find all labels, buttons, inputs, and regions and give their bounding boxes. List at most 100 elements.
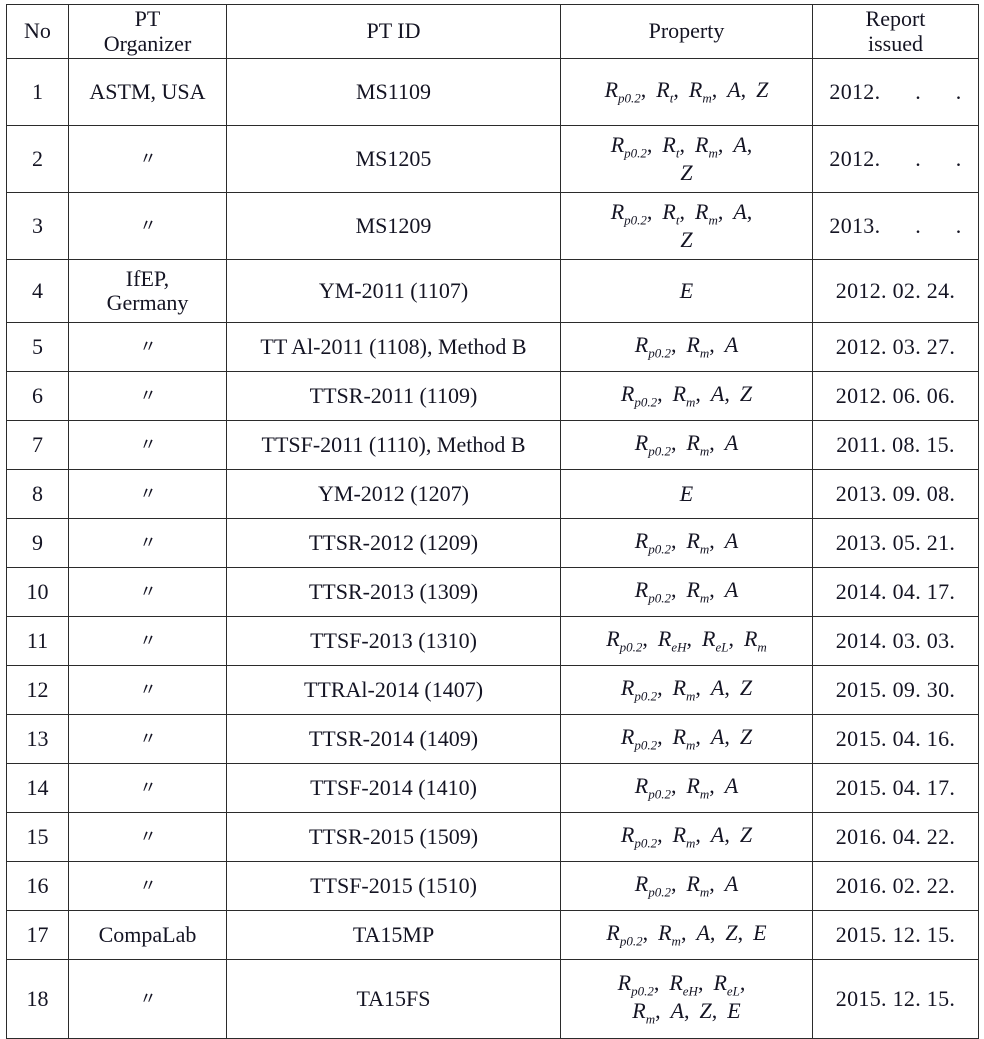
table-row: 11 〃 TTSF-2013 (1310) Rp0.2, ReH, ReL, Rm 2014.… xyxy=(6,616,979,667)
column-header-pt-organizer-line1: PT xyxy=(134,6,161,31)
cell-property: Rp0.2, Rt, Rm, A, Z xyxy=(560,58,813,127)
table-row: 10 〃 TTSR-2013 (1309) Rp0.2, Rm, A 2014. 04. 1… xyxy=(6,567,979,618)
cell-pt-id: TTRAl-2014 (1407) xyxy=(226,665,561,716)
cell-no: 14 xyxy=(6,763,69,814)
cell-property: Rp0.2, Rm, A xyxy=(560,861,813,912)
table-row: 18 〃 TA15FS Rp0.2, ReH, ReL, Rm, A, Z, E 2015. 12.… xyxy=(6,959,979,1039)
cell-report-issued: 2012. 02. 24. xyxy=(812,259,979,324)
cell-pt-organizer-line2: Germany xyxy=(106,290,189,316)
ditto-mark-icon: 〃 xyxy=(139,581,157,601)
cell-no: 6 xyxy=(6,371,69,422)
cell-property: Rp0.2, Rm, A xyxy=(560,518,813,569)
table-row: 16 〃 TTSF-2015 (1510) Rp0.2, Rm, A 2016. 02. 2… xyxy=(6,861,979,912)
cell-no: 4 xyxy=(6,259,69,324)
table-row: 6 〃 TTSR-2011 (1109) Rp0.2, Rm, A, Z 2012. 06. … xyxy=(6,371,979,422)
table-row: 7 〃 TTSF-2011 (1110), Method B Rp0.2, Rm, A 20… xyxy=(6,420,979,471)
column-header-pt-organizer-line2: Organizer xyxy=(103,30,192,56)
cell-pt-organizer-ditto: 〃 xyxy=(68,714,227,765)
cell-report-issued: 2016. 04. 22. xyxy=(812,812,979,863)
table-row: 4 IfEP, Germany YM-2011 (1107) E 2012. 02. 24… xyxy=(6,259,979,324)
ditto-mark-icon: 〃 xyxy=(139,385,157,405)
cell-pt-id: MS1205 xyxy=(226,125,561,194)
ditto-mark-icon: 〃 xyxy=(139,215,157,235)
table-row: 14 〃 TTSF-2014 (1410) Rp0.2, Rm, A 2015. 04. 1… xyxy=(6,763,979,814)
cell-property: Rp0.2, Rm, A, Z xyxy=(560,665,813,716)
cell-pt-organizer-ditto: 〃 xyxy=(68,125,227,194)
cell-property: Rp0.2, Rm, A, Z xyxy=(560,812,813,863)
table-row: 1 ASTM, USA MS1109 Rp0.2, Rt, Rm, A, Z 2012. . . xyxy=(6,58,979,127)
cell-pt-id: TTSF-2014 (1410) xyxy=(226,763,561,814)
cell-property: Rp0.2, Rm, A xyxy=(560,420,813,471)
cell-report-issued: 2013. 09. 08. xyxy=(812,469,979,520)
cell-pt-organizer: IfEP, Germany xyxy=(68,259,227,324)
table-header: No PT Organizer PT ID Property Report is… xyxy=(6,3,979,60)
cell-property: E xyxy=(560,469,813,520)
cell-pt-organizer-ditto: 〃 xyxy=(68,959,227,1039)
column-header-report-issued-line2: issued xyxy=(868,30,923,56)
ditto-mark-icon: 〃 xyxy=(139,336,157,356)
cell-report-issued: 2015. 04. 17. xyxy=(812,763,979,814)
cell-pt-id: TTSF-2011 (1110), Method B xyxy=(226,420,561,471)
cell-property: Rp0.2, Rm, A, Z xyxy=(560,714,813,765)
cell-property: Rp0.2, Rm, A xyxy=(560,567,813,618)
cell-pt-organizer-ditto: 〃 xyxy=(68,763,227,814)
column-header-pt-id: PT ID xyxy=(226,3,561,60)
ditto-mark-icon: 〃 xyxy=(139,826,157,846)
cell-property: Rp0.2, Rm, A, Z xyxy=(560,371,813,422)
cell-pt-organizer-ditto: 〃 xyxy=(68,665,227,716)
cell-pt-id: YM-2012 (1207) xyxy=(226,469,561,520)
cell-pt-id: TTSF-2015 (1510) xyxy=(226,861,561,912)
cell-pt-organizer-ditto: 〃 xyxy=(68,371,227,422)
cell-property: Rp0.2, ReH, ReL, Rm, A, Z, E xyxy=(560,959,813,1039)
cell-property: Rp0.2, Rm, A xyxy=(560,763,813,814)
cell-report-issued: 2014. 04. 17. xyxy=(812,567,979,618)
cell-no: 15 xyxy=(6,812,69,863)
cell-pt-organizer-ditto: 〃 xyxy=(68,812,227,863)
cell-pt-id: TTSF-2013 (1310) xyxy=(226,616,561,667)
cell-pt-organizer-ditto: 〃 xyxy=(68,322,227,373)
table-row: 9 〃 TTSR-2012 (1209) Rp0.2, Rm, A 2013. 05. 21… xyxy=(6,518,979,569)
cell-report-issued: 2015. 09. 30. xyxy=(812,665,979,716)
cell-pt-organizer-ditto: 〃 xyxy=(68,469,227,520)
cell-pt-organizer-ditto: 〃 xyxy=(68,518,227,569)
cell-no: 13 xyxy=(6,714,69,765)
cell-pt-organizer-line1: IfEP, xyxy=(125,266,170,292)
cell-no: 16 xyxy=(6,861,69,912)
cell-pt-organizer: ASTM, USA xyxy=(68,58,227,127)
cell-no: 1 xyxy=(6,58,69,127)
column-header-property: Property xyxy=(560,3,813,60)
cell-property: Rp0.2, ReH, ReL, Rm xyxy=(560,616,813,667)
column-header-no: No xyxy=(6,3,69,60)
pt-participation-table-container: No PT Organizer PT ID Property Report is… xyxy=(6,3,979,1039)
cell-pt-id: TTSR-2012 (1209) xyxy=(226,518,561,569)
cell-report-issued: 2013. . . xyxy=(812,192,979,261)
table-row: 15 〃 TTSR-2015 (1509) Rp0.2, Rm, A, Z 2016. 04.… xyxy=(6,812,979,863)
ditto-mark-icon: 〃 xyxy=(139,875,157,895)
cell-no: 18 xyxy=(6,959,69,1039)
table-row: 13 〃 TTSR-2014 (1409) Rp0.2, Rm, A, Z 2015. 04.… xyxy=(6,714,979,765)
cell-pt-organizer-ditto: 〃 xyxy=(68,861,227,912)
cell-no: 17 xyxy=(6,910,69,961)
cell-pt-organizer-ditto: 〃 xyxy=(68,420,227,471)
cell-pt-id: TTSR-2013 (1309) xyxy=(226,567,561,618)
cell-pt-id: TT Al-2011 (1108), Method B xyxy=(226,322,561,373)
table-row: 17 CompaLab TA15MP Rp0.2, Rm, A, Z, E 2015. 12. … xyxy=(6,910,979,961)
cell-no: 10 xyxy=(6,567,69,618)
cell-no: 5 xyxy=(6,322,69,373)
cell-property: Rp0.2, Rm, A xyxy=(560,322,813,373)
cell-no: 7 xyxy=(6,420,69,471)
cell-report-issued: 2015. 04. 16. xyxy=(812,714,979,765)
pt-participation-table: No PT Organizer PT ID Property Report is… xyxy=(6,3,979,1039)
column-header-pt-organizer: PT Organizer xyxy=(68,3,227,60)
table-row: 3 〃 MS1209 Rp0.2, Rt, Rm, A, Z 2013. . . xyxy=(6,192,979,261)
cell-report-issued: 2011. 08. 15. xyxy=(812,420,979,471)
cell-pt-id: TTSR-2014 (1409) xyxy=(226,714,561,765)
table-row: 2 〃 MS1205 Rp0.2, Rt, Rm, A, Z 2012. . . xyxy=(6,125,979,194)
cell-pt-id: TA15FS xyxy=(226,959,561,1039)
cell-report-issued: 2012. . . xyxy=(812,125,979,194)
ditto-mark-icon: 〃 xyxy=(139,148,157,168)
ditto-mark-icon: 〃 xyxy=(139,679,157,699)
cell-property: Rp0.2, Rt, Rm, A, Z xyxy=(560,192,813,261)
column-header-report-issued-line1: Report xyxy=(865,6,926,31)
cell-pt-organizer: CompaLab xyxy=(68,910,227,961)
